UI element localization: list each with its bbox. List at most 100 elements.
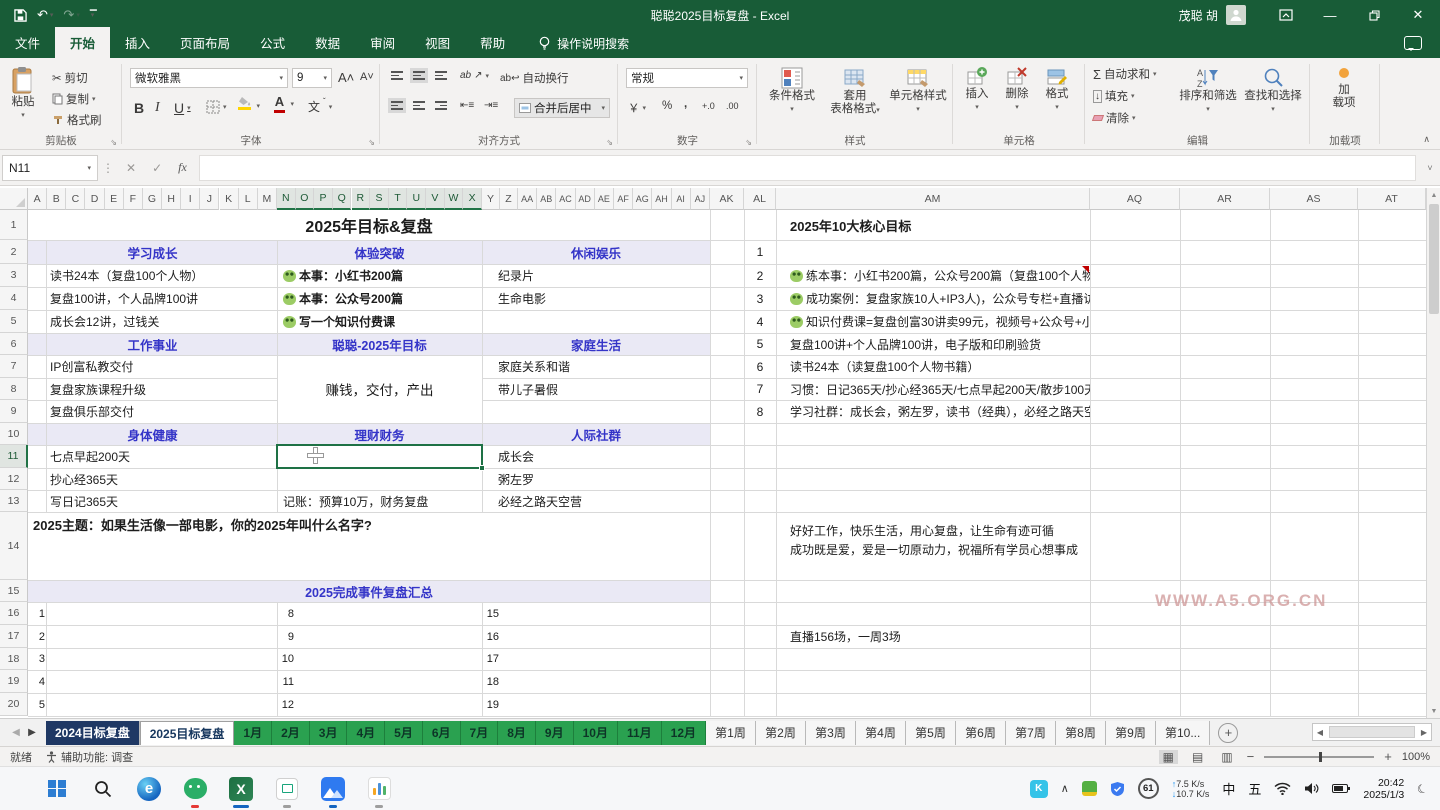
header-social[interactable]: 人际社群 [482,423,710,445]
goal-number-2[interactable]: 2 [744,264,776,287]
increase-indent-icon[interactable]: ⇥≡ [484,100,498,111]
goal-number-8[interactable]: 8 [744,400,776,423]
row-header-4[interactable]: 4 [0,287,28,310]
clear-button[interactable]: 清除▾ [1093,110,1136,126]
column-header-AB[interactable]: AB [537,188,556,210]
user-name[interactable]: 茂聪 胡 [1179,7,1218,24]
right-panel-title[interactable]: 2025年10大核心目标 [776,210,1090,240]
column-header-AE[interactable]: AE [595,188,614,210]
cancel-formula-icon[interactable]: ✕ [118,161,144,175]
cell-social-1[interactable]: 成长会 [482,445,710,468]
column-header-AI[interactable]: AI [672,188,691,210]
formula-input[interactable] [199,155,1416,181]
goal-number-3[interactable]: 3 [744,287,776,310]
row-header-5[interactable]: 5 [0,310,28,333]
column-header-I[interactable]: I [181,188,200,210]
security-shield-icon[interactable] [1110,781,1125,797]
align-top-icon[interactable] [388,68,406,83]
sheet-tab-第8周[interactable]: 第8周 [1056,721,1106,745]
column-header-AQ[interactable]: AQ [1090,188,1180,210]
goal-text-7[interactable]: 习惯：日记365天/抄心经365天/七点早起200天/散步100天 [776,378,1090,400]
sheet-tab-第9周[interactable]: 第9周 [1106,721,1156,745]
summary-num-b-2[interactable]: 9 [277,625,294,648]
column-header-AF[interactable]: AF [614,188,633,210]
column-header-A[interactable]: A [28,188,47,210]
column-header-J[interactable]: J [200,188,219,210]
page-layout-view-icon[interactable]: ▤ [1188,750,1207,764]
summary-num-c-3[interactable]: 17 [482,648,499,670]
summary-num-c-4[interactable]: 18 [482,670,499,693]
sheet-title[interactable]: 2025年目标&复盘 [28,210,710,240]
row-header-9[interactable]: 9 [0,400,28,423]
font-dialog-launcher[interactable]: ⇘ [368,138,375,147]
tab-home[interactable]: 开始 [55,27,110,58]
align-center-icon[interactable] [410,98,428,113]
sheet-tab-第7周[interactable]: 第7周 [1006,721,1056,745]
wrap-text-button[interactable]: ab↩自动换行 [500,70,569,86]
autosum-button[interactable]: Σ自动求和▾ [1093,66,1157,82]
summary-num-c-2[interactable]: 16 [482,625,499,648]
sheet-tab-10月[interactable]: 10月 [574,721,618,745]
row-header-3[interactable]: 3 [0,264,28,287]
goal-text-4[interactable]: 知识付费课=复盘创富30讲卖99元，视频号+公众号+小宇宙 [776,310,1090,333]
cell-work-3[interactable]: 复盘俱乐部交付 [46,400,277,423]
find-select-button[interactable]: 查找和选择▾ [1241,66,1305,116]
volume-icon[interactable] [1304,782,1319,795]
currency-format-icon[interactable]: ￥▾ [628,100,646,116]
cell-learn-3[interactable]: 成长会12讲，过钱关 [46,310,277,333]
column-header-Q[interactable]: Q [333,188,352,210]
column-header-E[interactable]: E [105,188,124,210]
row-header-13[interactable]: 13 [0,490,28,512]
font-color-button[interactable]: A▾ [274,94,285,113]
goal-text-8[interactable]: 学习社群：成长会，粥左罗，读书（经典），必经之路天空营 [776,400,1090,423]
column-header-M[interactable]: M [258,188,277,210]
tab-review[interactable]: 审阅 [355,27,410,58]
italic-button[interactable]: I [155,100,160,116]
column-header-AD[interactable]: AD [576,188,595,210]
header-health[interactable]: 身体健康 [28,423,277,445]
vertical-scroll-thumb[interactable] [1429,204,1439,314]
ime-indicator[interactable]: 中 [1222,779,1235,798]
enter-formula-icon[interactable]: ✓ [144,161,170,175]
sheet-tab-9月[interactable]: 9月 [536,721,574,745]
zoom-slider[interactable] [1264,756,1374,758]
fill-color-button[interactable]: ▾ [238,96,251,110]
sheet-tab-6月[interactable]: 6月 [423,721,461,745]
sheet-tab-4月[interactable]: 4月 [347,721,385,745]
stats-app-button[interactable] [366,776,392,802]
excel-taskbar-button[interactable]: X [228,776,254,802]
clock[interactable]: 20:422025/1/3 [1363,777,1404,801]
focus-moon-icon[interactable]: ☾ [1415,780,1430,797]
cell-exp-1[interactable]: 本事：小红书200篇 [277,264,482,287]
cell-family-2[interactable]: 带儿子暑假 [482,378,710,400]
sort-filter-button[interactable]: AZ 排序和筛选▾ [1177,66,1239,116]
number-dialog-launcher[interactable]: ⇘ [745,138,752,147]
zoom-slider-thumb[interactable] [1319,752,1322,762]
goal-number-6[interactable]: 6 [744,355,776,378]
sheet-tab-12月[interactable]: 12月 [662,721,706,745]
wechat-button[interactable] [182,776,208,802]
tab-formulas[interactable]: 公式 [245,27,300,58]
column-header-F[interactable]: F [124,188,143,210]
start-button[interactable] [44,776,70,802]
tray-app-icon[interactable]: K [1030,780,1048,798]
summary-num-a-1[interactable]: 1 [28,602,45,625]
row-header-12[interactable]: 12 [0,468,28,490]
sheet-tab-第1周[interactable]: 第1周 [706,721,756,745]
fill-button[interactable]: ↓填充▾ [1093,88,1135,104]
column-header-X[interactable]: X [463,188,482,210]
cell-health-1[interactable]: 七点早起200天 [46,445,277,468]
goal-number-5[interactable]: 5 [744,333,776,355]
goal-number-1[interactable]: 1 [744,240,776,264]
column-header-AT[interactable]: AT [1358,188,1426,210]
font-size-select[interactable]: 9▾ [292,68,332,88]
tell-me-search[interactable]: 操作说明搜索 [534,29,633,58]
summary-num-c-1[interactable]: 15 [482,602,499,625]
search-button[interactable] [90,776,116,802]
header-finance[interactable]: 理财财务 [277,423,482,445]
row-header-20[interactable]: 20 [0,693,28,716]
customize-qat-icon[interactable]: ▔▾ [90,10,94,21]
header-leisure[interactable]: 休闲娱乐 [482,240,710,264]
cloud-app-button[interactable] [320,776,346,802]
row-header-17[interactable]: 17 [0,625,28,648]
